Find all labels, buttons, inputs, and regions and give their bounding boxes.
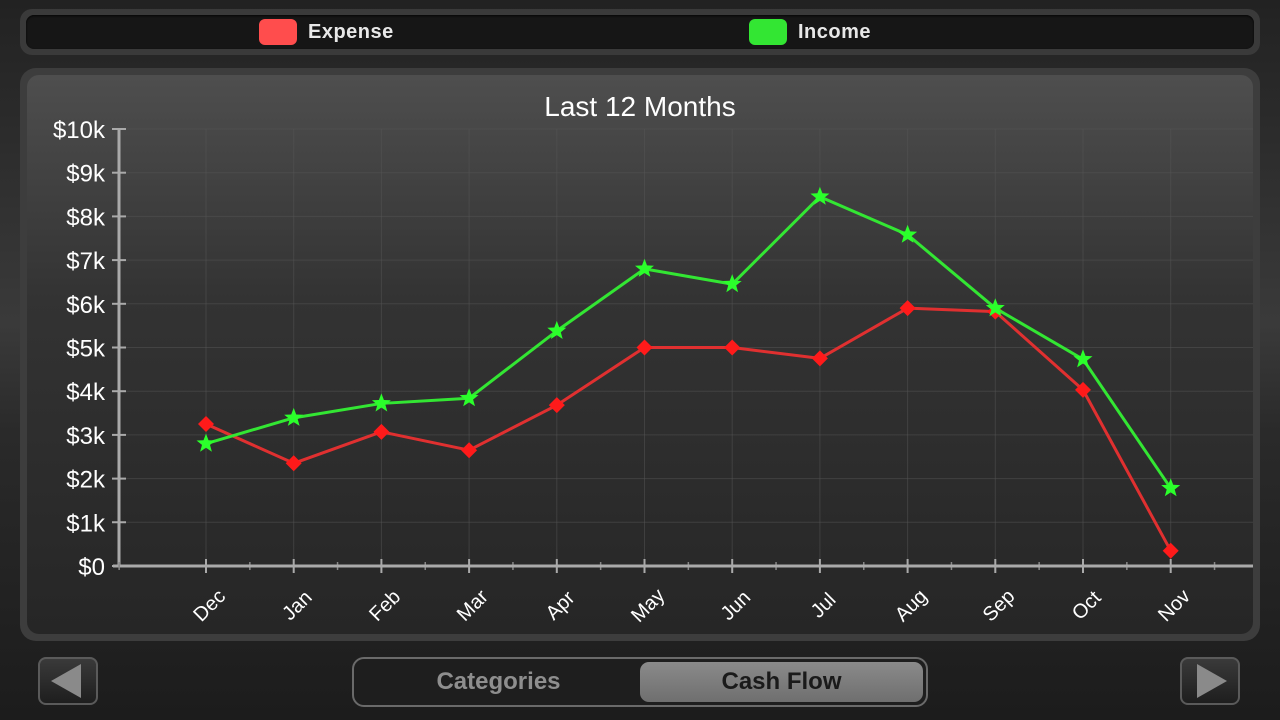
legend-item-income: Income bbox=[749, 19, 871, 45]
x-tick-label: Apr bbox=[542, 587, 580, 625]
tab-categories[interactable]: Categories bbox=[357, 662, 640, 702]
expense-point bbox=[461, 442, 478, 459]
legend-label-expense: Expense bbox=[308, 20, 394, 43]
expense-line bbox=[205, 306, 1173, 552]
next-period-button[interactable] bbox=[1180, 657, 1240, 705]
y-tick-label: $3k bbox=[66, 423, 106, 450]
triangle-left-icon bbox=[51, 664, 81, 698]
expense-point bbox=[899, 300, 916, 317]
y-tick-label: $1k bbox=[66, 510, 106, 537]
x-tick-label: Jul bbox=[807, 589, 841, 623]
view-segmented-control[interactable]: Categories Cash Flow bbox=[352, 657, 928, 707]
expense-point bbox=[724, 339, 741, 356]
y-tick-label: $0 bbox=[78, 554, 105, 581]
x-tick-label: Sep bbox=[979, 585, 1020, 626]
x-tick-label: Mar bbox=[453, 586, 493, 626]
expense-point bbox=[548, 397, 565, 414]
legend-inner: Expense Income bbox=[26, 15, 1254, 49]
y-tick-label: $2k bbox=[66, 467, 106, 494]
line-chart: Last 12 Months $0 $1k $2k $3k $4k $5k $6k $7k $8k… bbox=[53, 91, 1253, 627]
legend-bar: Expense Income bbox=[20, 9, 1260, 55]
legend-item-expense: Expense bbox=[259, 19, 394, 45]
expense-point bbox=[285, 455, 302, 472]
income-swatch bbox=[749, 19, 787, 45]
expense-point bbox=[198, 415, 214, 432]
expense-point bbox=[636, 339, 653, 356]
y-tick-label: $6k bbox=[66, 292, 106, 319]
chart-area: Last 12 Months $0 $1k $2k $3k $4k $5k $6k $7k $8k… bbox=[27, 75, 1253, 634]
y-tick-label: $8k bbox=[66, 204, 106, 231]
triangle-right-icon bbox=[1197, 664, 1227, 698]
x-tick-label: Oct bbox=[1068, 587, 1106, 625]
y-tick-label: $7k bbox=[66, 248, 106, 275]
y-tick-label: $10k bbox=[53, 117, 106, 144]
x-tick-label: Feb bbox=[365, 586, 405, 626]
chart-panel: Last 12 Months $0 $1k $2k $3k $4k $5k $6k $7k $8k… bbox=[20, 68, 1260, 641]
y-tick-label: $9k bbox=[66, 161, 106, 188]
x-tick-label: May bbox=[627, 585, 669, 627]
x-tick-label: Dec bbox=[189, 585, 230, 626]
income-line bbox=[205, 195, 1172, 490]
chart-title: Last 12 Months bbox=[544, 91, 735, 122]
x-tick-label: Nov bbox=[1154, 585, 1195, 626]
previous-period-button[interactable] bbox=[38, 657, 98, 705]
expense-point bbox=[811, 350, 828, 367]
expense-point bbox=[373, 423, 390, 440]
expense-point bbox=[1162, 542, 1179, 559]
y-tick-label: $4k bbox=[66, 379, 106, 406]
x-tick-label: Jun bbox=[717, 587, 755, 625]
x-tick-label: Jan bbox=[278, 587, 316, 625]
y-tick-label: $5k bbox=[66, 336, 106, 363]
x-tick-label: Aug bbox=[891, 585, 932, 626]
tab-cash-flow[interactable]: Cash Flow bbox=[640, 662, 923, 702]
legend-label-income: Income bbox=[798, 20, 872, 43]
expense-swatch bbox=[259, 19, 297, 45]
